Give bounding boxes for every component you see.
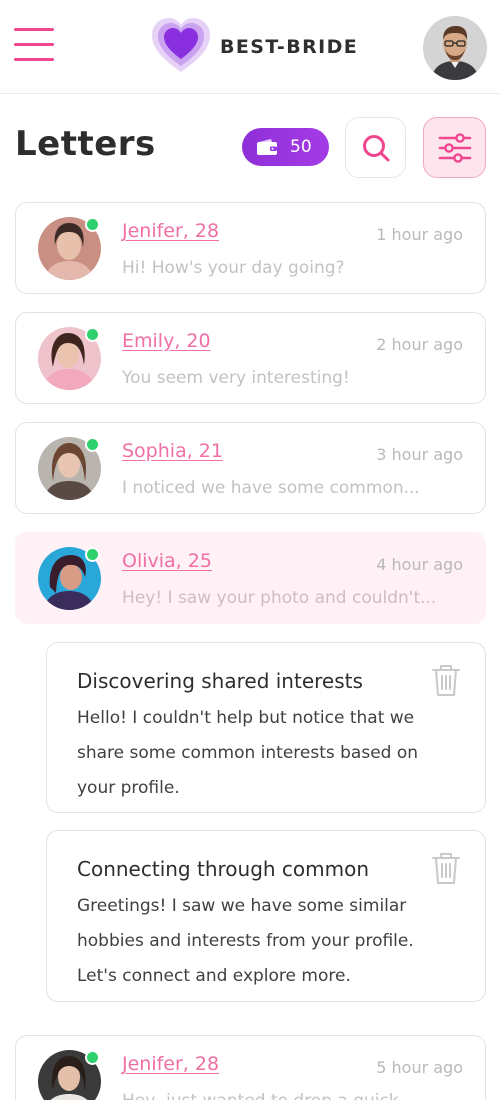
search-icon: [362, 134, 389, 161]
search-button[interactable]: [345, 117, 406, 178]
letter-time: 2 hour ago: [376, 335, 463, 354]
page-title: Letters: [15, 124, 156, 164]
letter-card[interactable]: Jenifer, 28 5 hour ago Hey, just wanted …: [15, 1035, 486, 1100]
filter-button[interactable]: [423, 117, 486, 178]
credits-count: 50: [290, 137, 312, 157]
filter-sliders-icon: [438, 132, 471, 163]
letter-preview: Hi! How's your day going?: [122, 258, 345, 278]
sender-name-link[interactable]: Sophia, 21: [122, 440, 223, 462]
user-avatar[interactable]: [423, 16, 487, 80]
sender-name-link[interactable]: Jenifer, 28: [122, 220, 219, 242]
online-status-dot: [85, 327, 100, 342]
letter-card[interactable]: Sophia, 21 3 hour ago I noticed we have …: [15, 422, 486, 514]
letter-thread-item[interactable]: Discovering shared interests Hello! I co…: [46, 642, 486, 813]
app-header: BEST-BRIDE: [0, 0, 500, 94]
letter-body: Greetings! I saw we have some similar ho…: [77, 896, 414, 986]
hamburger-menu-icon[interactable]: [14, 28, 56, 62]
letter-subject: Connecting through common: [77, 857, 370, 881]
letter-time: 4 hour ago: [376, 555, 463, 574]
online-status-dot: [85, 217, 100, 232]
trash-icon[interactable]: [431, 663, 461, 697]
letter-preview: I noticed we have some common...: [122, 478, 420, 498]
letter-preview: Hey! I saw your photo and couldn't...: [122, 588, 437, 608]
letter-card-selected[interactable]: Olivia, 25 4 hour ago Hey! I saw your ph…: [15, 532, 486, 624]
letter-card[interactable]: Jenifer, 28 1 hour ago Hi! How's your da…: [15, 202, 486, 294]
letter-card[interactable]: Emily, 20 2 hour ago You seem very inter…: [15, 312, 486, 404]
brand-name: BEST-BRIDE: [220, 36, 359, 58]
online-status-dot: [85, 437, 100, 452]
sender-name-link[interactable]: Olivia, 25: [122, 550, 212, 572]
wallet-icon: [257, 139, 277, 155]
letter-time: 5 hour ago: [376, 1058, 463, 1077]
online-status-dot: [85, 547, 100, 562]
letter-preview: Hey, just wanted to drop a quick...: [122, 1091, 452, 1100]
letter-subject: Discovering shared interests: [77, 669, 363, 693]
heart-logo-icon[interactable]: [150, 16, 212, 76]
letter-time: 3 hour ago: [376, 445, 463, 464]
letter-preview: You seem very interesting!: [122, 368, 350, 388]
letter-thread-item[interactable]: Connecting through common Greetings! I s…: [46, 830, 486, 1002]
trash-icon[interactable]: [431, 851, 461, 885]
sender-name-link[interactable]: Emily, 20: [122, 330, 211, 352]
letter-body: Hello! I couldn't help but notice that w…: [77, 708, 419, 798]
sender-name-link[interactable]: Jenifer, 28: [122, 1053, 219, 1075]
letter-time: 1 hour ago: [376, 225, 463, 244]
online-status-dot: [85, 1050, 100, 1065]
credits-button[interactable]: 50: [242, 128, 329, 166]
